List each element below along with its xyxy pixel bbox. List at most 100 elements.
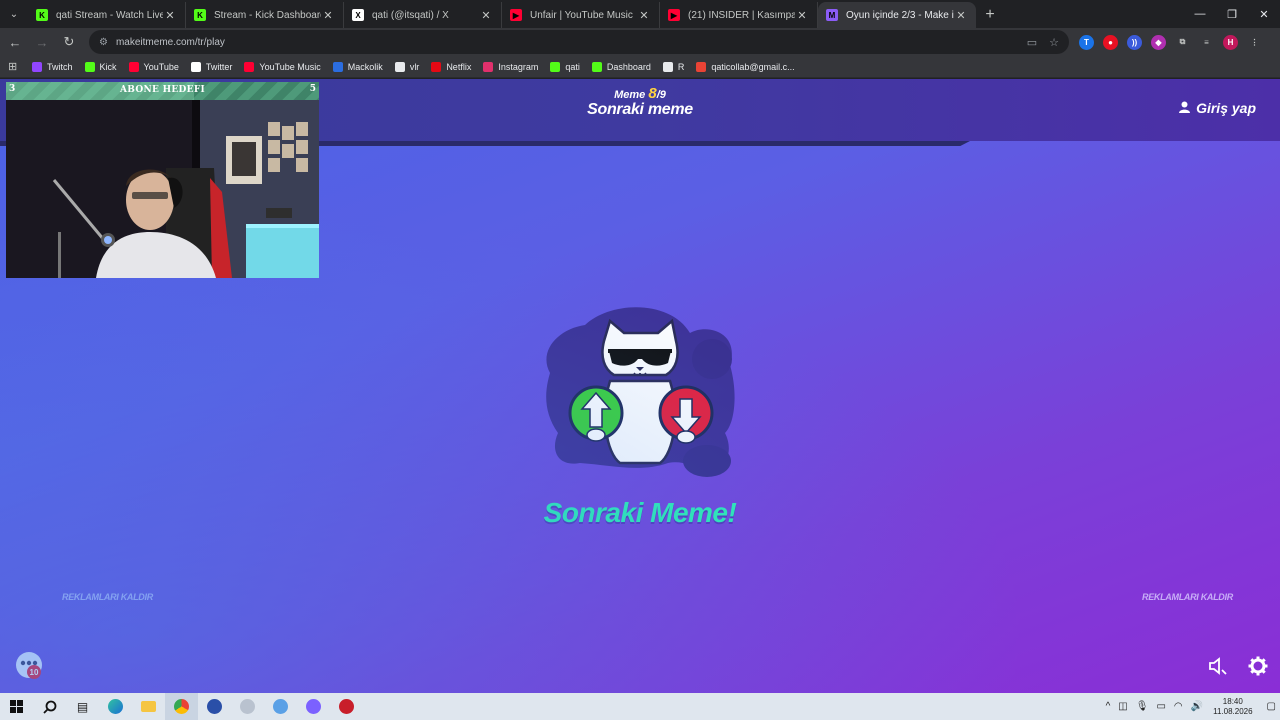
browser-tab[interactable]: Kqati Stream - Watch Live on Kick✕ bbox=[28, 2, 186, 28]
reading-list-icon[interactable]: ≡ bbox=[1199, 35, 1214, 50]
upvote-icon[interactable] bbox=[568, 385, 624, 442]
microphone-icon[interactable]: 🎙 bbox=[1136, 701, 1149, 712]
kick-icon: K bbox=[36, 9, 48, 21]
profile-avatar[interactable]: H bbox=[1223, 34, 1238, 50]
bookmark-item[interactable]: Instagram bbox=[483, 61, 538, 72]
mute-speaker-icon[interactable] bbox=[1208, 656, 1228, 676]
search-icon[interactable] bbox=[33, 693, 66, 720]
bookmark-label: qati bbox=[565, 61, 580, 72]
task-view-icon[interactable]: ▤ bbox=[66, 693, 99, 720]
red-extension-icon[interactable]: ● bbox=[1103, 34, 1118, 50]
bookmark-star-icon[interactable]: ☆ bbox=[1049, 36, 1059, 49]
purple-extension-icon[interactable]: ◆ bbox=[1151, 34, 1166, 50]
url-text[interactable]: makeitmeme.com/tr/play bbox=[116, 37, 1015, 48]
chrome-taskbar-icon[interactable] bbox=[165, 693, 198, 720]
minimize-icon[interactable]: — bbox=[1184, 0, 1216, 28]
tab-search-icon[interactable]: ⌄ bbox=[0, 0, 28, 28]
apps-grid-icon[interactable]: ⊞ bbox=[8, 60, 32, 73]
back-icon[interactable]: ← bbox=[3, 30, 27, 54]
netflix-icon bbox=[431, 61, 442, 72]
file-explorer-icon[interactable] bbox=[132, 693, 165, 720]
install-app-icon[interactable]: ▭ bbox=[1027, 36, 1037, 49]
login-button[interactable]: Giriş yap bbox=[1179, 100, 1256, 116]
browser-tab[interactable]: M Oyun içinde 2/3 - Make it Meme✕ bbox=[818, 2, 976, 28]
tab-close-icon[interactable]: ✕ bbox=[637, 9, 651, 22]
youtube-icon: ▶ bbox=[668, 9, 680, 21]
browser-tab[interactable]: Xqati (@itsqati) / X ✕ bbox=[344, 2, 502, 28]
youtube-music-icon bbox=[244, 61, 255, 72]
meme-counter-label: Meme bbox=[614, 89, 646, 101]
notifications-icon[interactable]: ▢ bbox=[1267, 701, 1276, 712]
bookmark-item[interactable]: Twitch bbox=[32, 61, 73, 72]
obs-icon[interactable] bbox=[198, 693, 231, 720]
bookmark-label: Twitter bbox=[205, 61, 233, 72]
browser-tab[interactable]: ▶ (21) INSIDER | Kasımpaşa maçı✕ bbox=[660, 2, 818, 28]
wifi-icon[interactable]: ◠ bbox=[1174, 701, 1183, 712]
settings-gear-icon[interactable] bbox=[1248, 656, 1268, 676]
browser-toolbar: ← → ↻ ⚙ makeitmeme.com/tr/play ▭ ☆ T ● )… bbox=[0, 28, 1280, 56]
browser-tab[interactable]: ▶ Unfair | YouTube Music ✕ bbox=[502, 2, 660, 28]
clock-time: 18:40 bbox=[1222, 696, 1243, 706]
new-tab-button[interactable]: + bbox=[976, 2, 1004, 28]
audio-extension-icon[interactable]: )) bbox=[1127, 34, 1142, 50]
app-icon-gray[interactable] bbox=[231, 693, 264, 720]
forward-icon[interactable]: → bbox=[30, 30, 54, 54]
bookmark-label: vlr bbox=[409, 61, 420, 72]
network-icon[interactable]: ▭ bbox=[1156, 701, 1165, 712]
tab-close-icon[interactable]: ✕ bbox=[163, 9, 177, 22]
extensions-puzzle-icon[interactable]: ⧉ bbox=[1175, 35, 1190, 50]
address-bar[interactable]: ⚙ makeitmeme.com/tr/play ▭ ☆ bbox=[89, 30, 1069, 54]
bookmark-label: Dashboard bbox=[606, 61, 651, 72]
meme-counter-total: /9 bbox=[656, 89, 666, 101]
bookmark-item[interactable]: YouTube bbox=[128, 61, 179, 72]
chat-button[interactable]: 10 bbox=[14, 652, 44, 680]
bookmark-item[interactable]: Kick bbox=[84, 61, 117, 72]
r-icon bbox=[662, 61, 673, 72]
restore-icon[interactable]: ❐ bbox=[1216, 0, 1248, 28]
tab-close-icon[interactable]: ✕ bbox=[795, 9, 809, 22]
site-info-icon[interactable]: ⚙ bbox=[99, 37, 108, 48]
bookmark-item[interactable]: Dashboard bbox=[591, 61, 651, 72]
volume-icon[interactable]: 🔊 bbox=[1191, 701, 1203, 712]
kick-icon bbox=[84, 61, 95, 72]
bookmark-item[interactable]: Netflix bbox=[431, 61, 472, 72]
tab-title: Stream - Kick Dashboard bbox=[214, 9, 321, 21]
bookmark-label: Netflix bbox=[446, 61, 472, 72]
app-icon-blue[interactable] bbox=[264, 693, 297, 720]
bookmark-label: qaticollab@gmail.c... bbox=[711, 61, 795, 72]
bookmark-item[interactable]: YouTube Music bbox=[244, 61, 321, 72]
browser-tab[interactable]: K Stream - Kick Dashboard ✕ bbox=[186, 2, 344, 28]
gmail-icon bbox=[696, 61, 707, 72]
bookmark-item[interactable]: Mackolik bbox=[332, 61, 383, 72]
tab-close-icon[interactable]: ✕ bbox=[321, 9, 335, 22]
edge-browser-icon[interactable] bbox=[99, 693, 132, 720]
tab-title: Unfair | YouTube Music bbox=[530, 9, 633, 21]
taskbar-clock[interactable]: 18:40 11.08.2026 bbox=[1213, 697, 1252, 717]
webcam-video bbox=[6, 82, 319, 278]
bookmark-item[interactable]: qati bbox=[550, 61, 580, 72]
remove-ads-link-left[interactable]: REKLAMLARI KALDIR bbox=[62, 592, 153, 602]
discord-icon[interactable] bbox=[297, 693, 330, 720]
cat-mascot-image bbox=[546, 307, 735, 477]
login-label: Giriş yap bbox=[1196, 100, 1256, 116]
tab-close-icon[interactable]: ✕ bbox=[954, 9, 968, 22]
bookmark-item[interactable]: R bbox=[662, 61, 684, 72]
user-icon bbox=[1179, 101, 1191, 116]
close-window-icon[interactable]: ✕ bbox=[1248, 0, 1280, 28]
webcam-overlay: 3 ABONE HEDEFI 5 bbox=[6, 82, 319, 278]
tab-close-icon[interactable]: ✕ bbox=[479, 9, 493, 22]
reload-icon[interactable]: ↻ bbox=[57, 30, 81, 54]
windows-start-icon[interactable] bbox=[0, 693, 33, 720]
menu-kebab-icon[interactable]: ⋮ bbox=[1247, 35, 1262, 50]
remove-ads-link-right[interactable]: REKLAMLARI KALDIR bbox=[1142, 592, 1233, 602]
vlr-icon bbox=[394, 61, 405, 72]
tray-chevron-icon[interactable]: ^ bbox=[1106, 701, 1111, 712]
bookmark-item[interactable]: Twitter bbox=[190, 61, 233, 72]
translate-extension-icon[interactable]: T bbox=[1079, 34, 1094, 50]
tray-app-icon[interactable]: ◫ bbox=[1118, 701, 1127, 712]
bookmark-label: YouTube bbox=[143, 61, 179, 72]
bookmark-item[interactable]: qaticollab@gmail.c... bbox=[696, 61, 795, 72]
app-icon-red[interactable] bbox=[330, 693, 363, 720]
bookmark-item[interactable]: vlr bbox=[394, 61, 420, 72]
chat-badge-count: 10 bbox=[30, 668, 39, 677]
